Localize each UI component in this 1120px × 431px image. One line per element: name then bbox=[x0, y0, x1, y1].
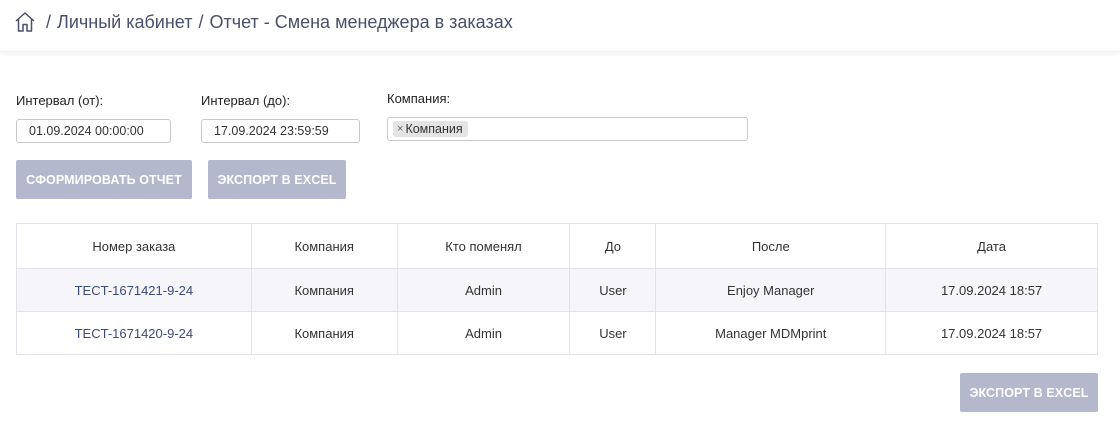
date-cell: 17.09.2024 18:57 bbox=[885, 268, 1098, 312]
company-cell: Компания bbox=[250, 268, 398, 312]
page-header: / Личный кабинет / Отчет - Смена менедже… bbox=[0, 0, 1120, 52]
breadcrumb: / Личный кабинет / Отчет - Смена менедже… bbox=[14, 9, 513, 35]
table-header-row: Номер заказа Компания Кто поменял До Пос… bbox=[16, 223, 1098, 269]
interval-to-label: Интервал (до): bbox=[201, 93, 291, 108]
company-label: Компания: bbox=[387, 91, 451, 106]
table-row: TECT-1671420-9-24 Компания Admin User Ma… bbox=[16, 311, 1098, 355]
breadcrumb-separator: / bbox=[198, 11, 204, 32]
table-row: TECT-1671421-9-24 Компания Admin User En… bbox=[16, 268, 1098, 312]
order-number-link[interactable]: TECT-1671420-9-24 bbox=[75, 326, 194, 341]
column-header-date[interactable]: Дата bbox=[885, 223, 1098, 269]
column-header-before[interactable]: До bbox=[569, 223, 657, 269]
order-number-cell: TECT-1671420-9-24 bbox=[16, 311, 252, 355]
company-select[interactable]: × Компания bbox=[387, 117, 748, 141]
before-cell: User bbox=[569, 268, 657, 312]
column-header-order-number[interactable]: Номер заказа bbox=[16, 223, 252, 269]
column-header-after[interactable]: После bbox=[655, 223, 887, 269]
report-table: Номер заказа Компания Кто поменял До Пос… bbox=[16, 223, 1098, 355]
before-cell: User bbox=[569, 311, 657, 355]
breadcrumb-item-cabinet[interactable]: Личный кабинет bbox=[57, 12, 192, 33]
after-cell: Enjoy Manager bbox=[655, 268, 887, 312]
column-header-changed-by[interactable]: Кто поменял bbox=[396, 223, 571, 269]
interval-from-label: Интервал (от): bbox=[16, 93, 104, 108]
company-tag-label: Компания bbox=[405, 122, 463, 136]
company-cell: Компания bbox=[250, 311, 398, 355]
export-excel-bottom-button[interactable]: ЭКСПОРТ В EXCEL bbox=[960, 373, 1098, 412]
company-tag: × Компания bbox=[393, 121, 468, 137]
after-cell: Manager MDMprint bbox=[655, 311, 887, 355]
interval-to-input[interactable]: 17.09.2024 23:59:59 bbox=[201, 119, 360, 143]
column-header-company[interactable]: Компания bbox=[250, 223, 398, 269]
changed-by-cell: Admin bbox=[396, 268, 571, 312]
date-cell: 17.09.2024 18:57 bbox=[885, 311, 1098, 355]
order-number-link[interactable]: TECT-1671421-9-24 bbox=[75, 283, 194, 298]
breadcrumb-item-current: Отчет - Смена менеджера в заказах bbox=[209, 11, 513, 32]
export-excel-button[interactable]: ЭКСПОРТ В EXCEL bbox=[208, 160, 346, 199]
generate-report-button[interactable]: СФОРМИРОВАТЬ ОТЧЕТ bbox=[16, 160, 192, 199]
changed-by-cell: Admin bbox=[396, 311, 571, 355]
tag-remove-icon[interactable]: × bbox=[397, 123, 403, 135]
interval-from-input[interactable]: 01.09.2024 00:00:00 bbox=[16, 119, 171, 143]
breadcrumb-separator: / bbox=[46, 11, 52, 32]
home-icon[interactable] bbox=[14, 11, 36, 33]
order-number-cell: TECT-1671421-9-24 bbox=[16, 268, 252, 312]
